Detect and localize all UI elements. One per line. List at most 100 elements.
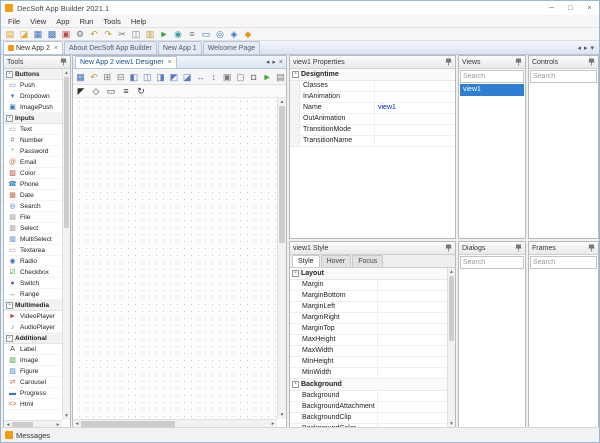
show-grid-icon[interactable]: ⊞ bbox=[102, 71, 113, 83]
tab-welcome-page[interactable]: Welcome Page bbox=[202, 41, 261, 54]
tools-vertical-scrollbar[interactable]: ▴ ▾ bbox=[62, 69, 70, 420]
property-row[interactable]: Name view1 bbox=[290, 103, 455, 114]
scrollbar-track[interactable] bbox=[63, 77, 70, 412]
save-all-icon[interactable]: ▩ bbox=[46, 28, 58, 40]
tool-item[interactable]: ▨ Figure bbox=[4, 366, 62, 377]
scroll-up-icon[interactable]: ▴ bbox=[63, 69, 70, 77]
design-canvas[interactable] bbox=[76, 98, 277, 419]
scrollbar-track[interactable] bbox=[448, 276, 455, 420]
pin-icon[interactable] bbox=[515, 244, 522, 252]
messages-bar[interactable]: Messages bbox=[1, 427, 599, 442]
undo-icon[interactable]: ↶ bbox=[88, 28, 100, 40]
code-editor-icon[interactable]: ≡ bbox=[186, 28, 198, 40]
help-icon[interactable]: ◈ bbox=[228, 28, 240, 40]
tool-item[interactable]: ▭ Push bbox=[4, 80, 62, 91]
style-property-row[interactable]: MaxHeight bbox=[290, 335, 447, 346]
designer-tab-close-icon[interactable]: × bbox=[168, 59, 172, 66]
style-property-row[interactable]: MarginLeft bbox=[290, 302, 447, 313]
collapse-icon[interactable]: - bbox=[292, 270, 299, 277]
menu-item[interactable]: Tools bbox=[98, 17, 126, 26]
tool-item[interactable]: ► VideoPlayer bbox=[4, 311, 62, 322]
same-height-icon[interactable]: ↕ bbox=[208, 71, 219, 83]
scrollbar-track[interactable] bbox=[278, 106, 286, 411]
style-property-row[interactable]: MarginBottom bbox=[290, 291, 447, 302]
open-app-icon[interactable]: ◪ bbox=[18, 28, 30, 40]
controls-search-input[interactable] bbox=[530, 70, 597, 83]
style-property-value[interactable] bbox=[378, 357, 447, 367]
collapse-icon[interactable]: - bbox=[292, 71, 299, 78]
designtime-section-header[interactable]: - Designtime bbox=[290, 69, 455, 81]
style-property-row[interactable]: MinWidth bbox=[290, 368, 447, 379]
tool-item[interactable]: # Number bbox=[4, 135, 62, 146]
snap-grid-icon[interactable]: ⊟ bbox=[115, 71, 126, 83]
tool-item[interactable]: <> Html bbox=[4, 399, 62, 410]
property-value[interactable]: view1 bbox=[375, 103, 455, 113]
align-left-icon[interactable]: ◧ bbox=[128, 71, 139, 83]
tool-item[interactable]: ☎ Phone bbox=[4, 179, 62, 190]
minimize-button[interactable]: ─ bbox=[542, 1, 561, 15]
tools-section-additional[interactable]: - Additional bbox=[4, 333, 62, 344]
paste-icon[interactable]: ▥ bbox=[144, 28, 156, 40]
designer-scroll-left-icon[interactable]: ◂ bbox=[266, 58, 270, 66]
style-property-row[interactable]: MaxWidth bbox=[290, 346, 447, 357]
tool-item[interactable]: A Label bbox=[4, 344, 62, 355]
style-vertical-scrollbar[interactable]: ▴ ▾ bbox=[447, 268, 455, 428]
pin-icon[interactable] bbox=[445, 244, 452, 252]
pin-icon[interactable] bbox=[60, 58, 67, 66]
tool-item[interactable]: ▦ Date bbox=[4, 190, 62, 201]
scroll-down-icon[interactable]: ▾ bbox=[63, 412, 70, 420]
style-property-value[interactable] bbox=[378, 280, 447, 290]
align-right-icon[interactable]: ◨ bbox=[155, 71, 166, 83]
style-property-value[interactable] bbox=[378, 402, 447, 412]
tool-item[interactable]: ▬ Progress bbox=[4, 388, 62, 399]
scroll-up-icon[interactable]: ▴ bbox=[278, 98, 286, 106]
refresh-view-icon[interactable]: ↻ bbox=[135, 85, 147, 97]
property-value[interactable] bbox=[375, 136, 455, 146]
views-search-input[interactable] bbox=[460, 70, 524, 83]
save-view-icon[interactable]: ▦ bbox=[75, 71, 86, 83]
tool-item[interactable]: ▤ File bbox=[4, 212, 62, 223]
tabs-scroll-right-icon[interactable]: ▸ bbox=[584, 44, 588, 52]
tool-item[interactable]: ▾ Dropdown bbox=[4, 91, 62, 102]
property-value[interactable] bbox=[375, 114, 455, 124]
layout-section-header[interactable]: - Layout bbox=[290, 268, 447, 280]
tool-item[interactable]: ▣ ImagePush bbox=[4, 102, 62, 113]
menu-item[interactable]: Help bbox=[126, 17, 151, 26]
scrollbar-thumb[interactable] bbox=[449, 276, 454, 341]
tools-section-multimedia[interactable]: - Multimedia bbox=[4, 300, 62, 311]
style-property-value[interactable] bbox=[378, 413, 447, 423]
property-value[interactable] bbox=[375, 92, 455, 102]
new-app-icon[interactable]: ▤ bbox=[4, 28, 16, 40]
maximize-button[interactable]: □ bbox=[561, 1, 580, 15]
select-tool-icon[interactable]: ◤ bbox=[75, 85, 87, 97]
style-property-value[interactable] bbox=[378, 302, 447, 312]
pin-icon[interactable] bbox=[445, 58, 452, 66]
scrollbar-thumb[interactable] bbox=[64, 77, 69, 228]
close-button[interactable]: × bbox=[580, 1, 599, 15]
style-property-value[interactable] bbox=[378, 346, 447, 356]
tool-item[interactable]: ▥ Select bbox=[4, 223, 62, 234]
property-row[interactable]: TransitionName bbox=[290, 136, 455, 147]
pin-icon[interactable] bbox=[588, 244, 595, 252]
tool-item[interactable]: ● Switch bbox=[4, 278, 62, 289]
search-icon[interactable]: ◎ bbox=[214, 28, 226, 40]
style-property-value[interactable] bbox=[378, 335, 447, 345]
align-center-icon[interactable]: ◫ bbox=[142, 71, 153, 83]
align-bottom-icon[interactable]: ◪ bbox=[182, 71, 193, 83]
scroll-down-icon[interactable]: ▾ bbox=[278, 411, 286, 419]
tool-item[interactable]: ⇄ Carousel bbox=[4, 377, 62, 388]
tool-item[interactable]: ↔ Range bbox=[4, 289, 62, 300]
property-row[interactable]: OutAnimation bbox=[290, 114, 455, 125]
style-property-row[interactable]: MinHeight bbox=[290, 357, 447, 368]
style-property-row[interactable]: MarginRight bbox=[290, 313, 447, 324]
cut-icon[interactable]: ✂ bbox=[116, 28, 128, 40]
tabs-list-icon[interactable]: ▾ bbox=[590, 44, 594, 52]
tab-about-decsoft-app-builder[interactable]: About DecSoft App Builder bbox=[63, 41, 157, 54]
background-section-header[interactable]: - Background bbox=[290, 379, 447, 391]
tool-item[interactable]: ☑ Checkbox bbox=[4, 267, 62, 278]
tool-item[interactable]: ▧ Image bbox=[4, 355, 62, 366]
print-view-icon[interactable]: ▤ bbox=[275, 71, 286, 83]
view-list-item[interactable]: view1 bbox=[460, 84, 524, 96]
tab-hover[interactable]: Hover bbox=[320, 255, 352, 267]
pan-tool-icon[interactable]: ◇ bbox=[90, 85, 102, 97]
